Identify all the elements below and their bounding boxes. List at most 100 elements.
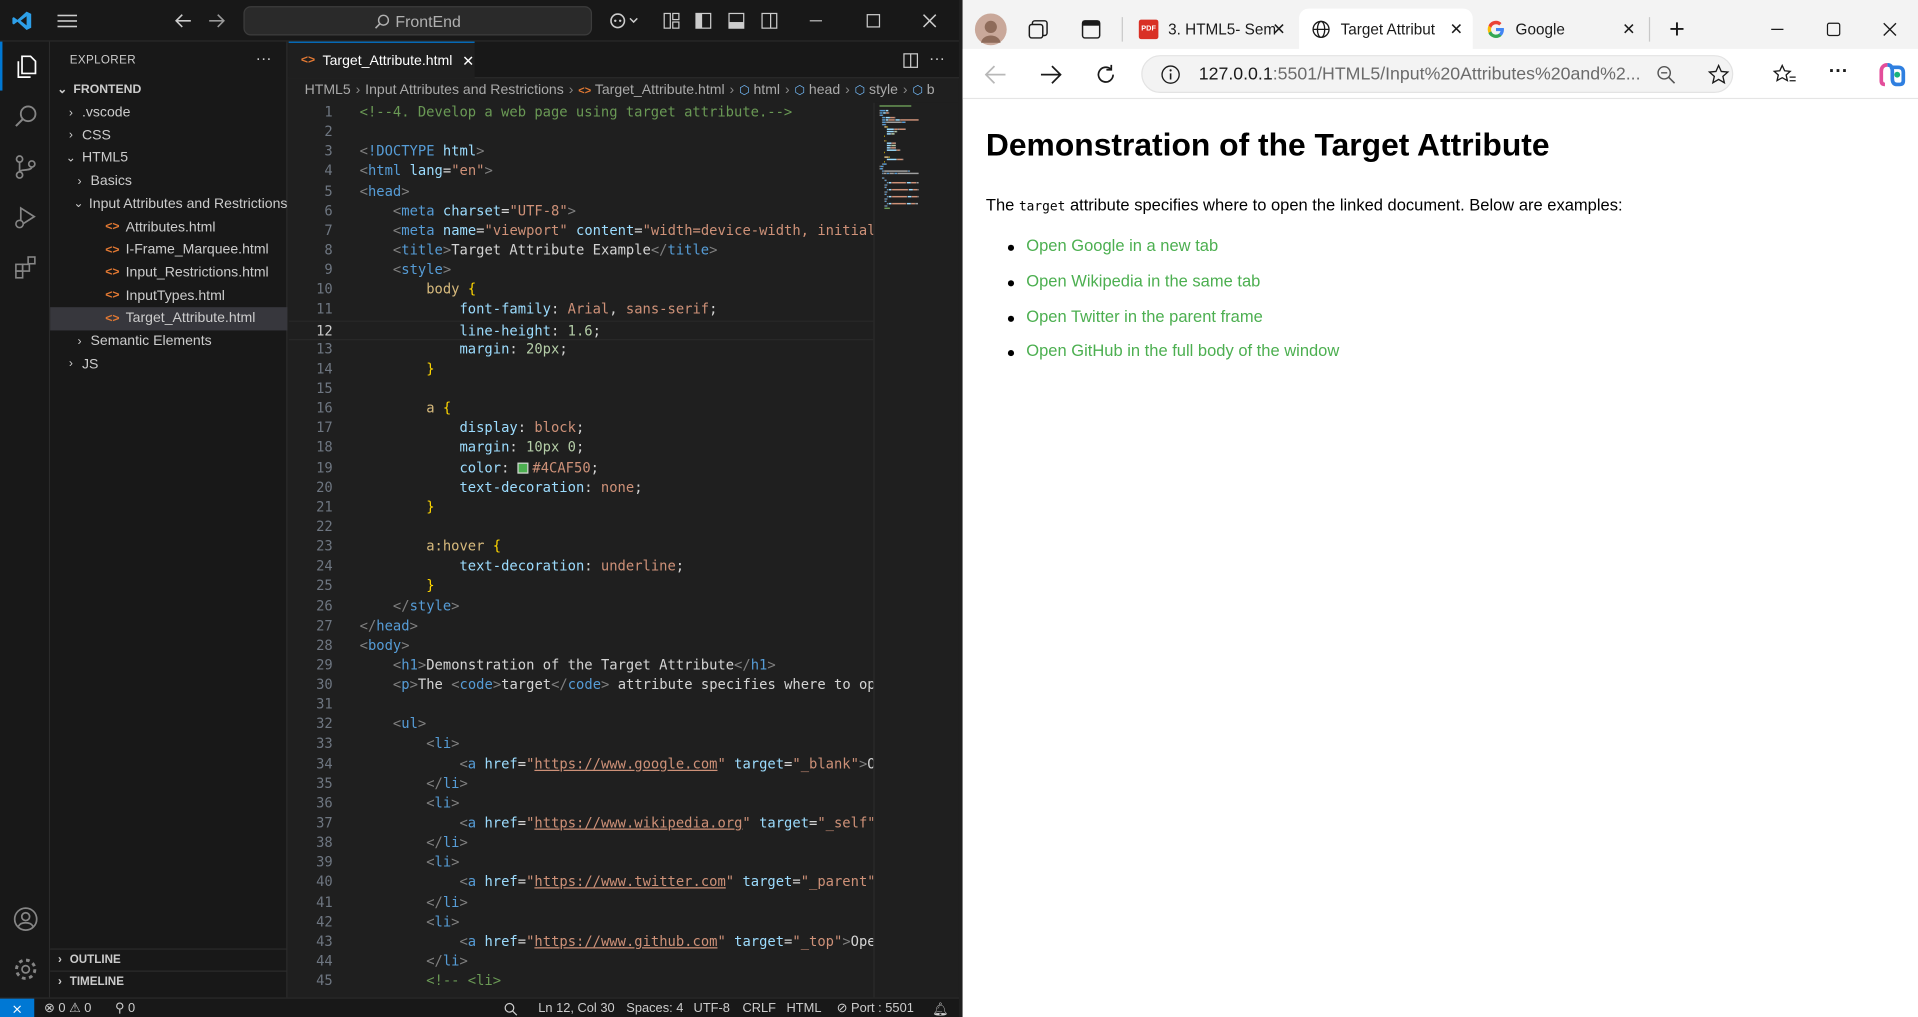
color-swatch[interactable] <box>517 462 529 474</box>
problems-status[interactable]: ⊗ 0 ⚠ 0 <box>44 999 91 1017</box>
code-line[interactable]: 39 <li> <box>289 853 874 873</box>
breadcrumb-item[interactable]: HTML5 <box>305 83 351 98</box>
code-line[interactable]: 44 </li> <box>289 952 874 972</box>
file-item[interactable]: <> Target_Attribute.html <box>50 307 288 331</box>
link-wikipedia[interactable]: Open Wikipedia in the same tab <box>1007 271 1339 306</box>
file-item[interactable]: <> Attributes.html <box>50 216 287 239</box>
search-view-icon[interactable] <box>0 92 50 141</box>
settings-more-icon[interactable]: ··· <box>1825 59 1852 86</box>
folder-item[interactable]: › JS <box>50 353 287 376</box>
command-center-search[interactable]: FrontEnd <box>243 6 593 36</box>
close-tab-icon[interactable]: ✕ <box>462 52 474 69</box>
code-editor[interactable]: 1 <!--4. Develop a web page using target … <box>288 103 874 998</box>
browser-tab-target[interactable]: Target Attribut ✕ <box>1299 8 1473 49</box>
code-line[interactable]: 11 font-family: Arial, sans-serif; <box>289 300 874 320</box>
forward-arrow-icon[interactable] <box>204 9 228 33</box>
new-tab-button[interactable]: + <box>1662 13 1691 44</box>
close-tab-icon[interactable]: ✕ <box>1450 19 1463 39</box>
code-line[interactable]: 37 <a href="https://www.wikipedia.org" t… <box>289 814 873 834</box>
browser-tab-pdf[interactable]: PDF 3. HTML5- Sem ✕ <box>1127 9 1296 49</box>
file-item[interactable]: <> I-Frame_Marquee.html <box>50 239 287 262</box>
toggle-panel-icon[interactable] <box>725 10 747 32</box>
folder-item[interactable]: › Semantic Elements <box>50 330 287 353</box>
run-debug-icon[interactable] <box>0 192 50 241</box>
code-line[interactable]: 43 <a href="https://www.github.com" targ… <box>289 932 873 952</box>
cursor-position[interactable]: Ln 12, Col 30 <box>538 999 614 1017</box>
ports-status[interactable]: ⚲ 0 <box>115 999 135 1017</box>
remote-indicator-icon[interactable]: ⨯ <box>0 998 35 1017</box>
encoding-status[interactable]: UTF-8 <box>694 999 730 1017</box>
breadcrumb-item[interactable]: Target_Attribute.html <box>595 83 725 98</box>
breadcrumb-item[interactable]: html <box>753 83 780 98</box>
link-twitter[interactable]: Open Twitter in the parent frame <box>1007 307 1339 342</box>
split-editor-icon[interactable] <box>900 50 920 70</box>
outline-section[interactable]: › OUTLINE <box>50 948 288 970</box>
copilot-icon[interactable] <box>608 10 642 32</box>
code-line[interactable]: 12 line-height: 1.6; <box>288 320 874 340</box>
profile-avatar[interactable] <box>974 13 1007 46</box>
folder-item[interactable]: ⌄ HTML5 <box>50 147 287 170</box>
folder-item[interactable]: ⌄ Input Attributes and Restrictions <box>50 193 288 216</box>
breadcrumb-item[interactable]: style <box>869 83 898 98</box>
forward-button-icon[interactable] <box>1037 61 1064 88</box>
code-line[interactable]: 41 </li> <box>289 893 874 913</box>
code-line[interactable]: 8 <title>Target Attribute Example</title… <box>289 241 874 261</box>
code-line[interactable]: 25 } <box>289 577 874 597</box>
close-tab-icon[interactable]: ✕ <box>1622 19 1635 39</box>
language-status[interactable]: HTML <box>787 999 822 1017</box>
menu-icon[interactable] <box>55 10 79 32</box>
code-line[interactable]: 6 <meta charset="UTF-8"> <box>289 202 874 222</box>
vertical-tabs-icon[interactable] <box>1079 17 1103 41</box>
code-line[interactable]: 28 <body> <box>289 636 874 656</box>
code-line[interactable]: 40 <a href="https://www.twitter.com" tar… <box>289 873 873 893</box>
code-line[interactable]: 30 <p>The <code>target</code> attribute … <box>289 676 873 696</box>
close-window-icon[interactable] <box>1878 17 1902 41</box>
close-window-icon[interactable] <box>919 10 941 32</box>
indentation-status[interactable]: Spaces: 4 <box>626 999 683 1017</box>
toggle-primary-sidebar-icon[interactable] <box>692 10 714 32</box>
source-control-icon[interactable] <box>0 142 50 191</box>
toggle-secondary-sidebar-icon[interactable] <box>758 10 780 32</box>
code-line[interactable]: 42 <li> <box>289 913 874 933</box>
code-line[interactable]: 27 </head> <box>289 616 874 636</box>
refresh-icon[interactable] <box>1092 61 1119 88</box>
folder-item[interactable]: › CSS <box>50 124 287 147</box>
code-line[interactable]: 32 <ul> <box>289 715 874 735</box>
code-line[interactable]: 38 </li> <box>289 834 874 854</box>
folder-item[interactable]: › Basics <box>50 170 287 193</box>
code-line[interactable]: 9 <style> <box>289 261 874 281</box>
code-line[interactable]: 10 body { <box>289 281 874 301</box>
code-line[interactable]: 35 </li> <box>289 774 874 794</box>
workspace-root[interactable]: ⌄ FRONTEND <box>50 78 287 101</box>
workspaces-icon[interactable] <box>1026 17 1050 41</box>
notifications-bell-icon[interactable]: 🔔︎ <box>932 999 948 1017</box>
code-line[interactable]: 31 <box>289 695 874 715</box>
eol-status[interactable]: CRLF <box>742 999 776 1017</box>
live-server-port[interactable]: ⊘ Port : 5501 <box>837 999 914 1017</box>
code-line[interactable]: 33 <li> <box>289 735 874 755</box>
favorites-icon[interactable] <box>1771 61 1798 88</box>
code-line[interactable]: 1 <!--4. Develop a web page using target … <box>289 103 874 123</box>
file-item[interactable]: <> Input_Restrictions.html <box>50 261 287 284</box>
site-info-icon[interactable] <box>1161 64 1181 84</box>
address-bar[interactable]: 127.0.0.1:5501/HTML5/Input%20Attributes%… <box>1141 55 1734 94</box>
code-line[interactable]: 45 <!-- <li> <box>289 972 874 992</box>
maximize-icon[interactable] <box>862 10 884 32</box>
extensions-icon[interactable] <box>0 242 50 291</box>
file-item[interactable]: <> InputTypes.html <box>50 284 287 307</box>
breadcrumb-item[interactable]: head <box>809 83 840 98</box>
code-line[interactable]: 24 text-decoration: underline; <box>289 557 874 577</box>
timeline-section[interactable]: › TIMELINE <box>50 970 288 992</box>
explorer-more-actions-icon[interactable]: ··· <box>256 49 272 67</box>
folder-item[interactable]: › .vscode <box>50 101 287 124</box>
link-google[interactable]: Open Google in a new tab <box>1007 236 1339 271</box>
tab-target-attribute[interactable]: <> Target_Attribute.html ✕ <box>288 41 475 79</box>
code-line[interactable]: 21 } <box>289 498 874 518</box>
code-line[interactable]: 14 } <box>289 360 874 380</box>
browser-tab-google[interactable]: Google ✕ <box>1474 9 1645 49</box>
code-line[interactable]: 2 <box>289 123 874 143</box>
minimap[interactable] <box>873 102 959 998</box>
maximize-icon[interactable] <box>1821 17 1845 41</box>
code-line[interactable]: 17 display: block; <box>289 419 874 439</box>
code-line[interactable]: 20 text-decoration: none; <box>289 478 874 498</box>
